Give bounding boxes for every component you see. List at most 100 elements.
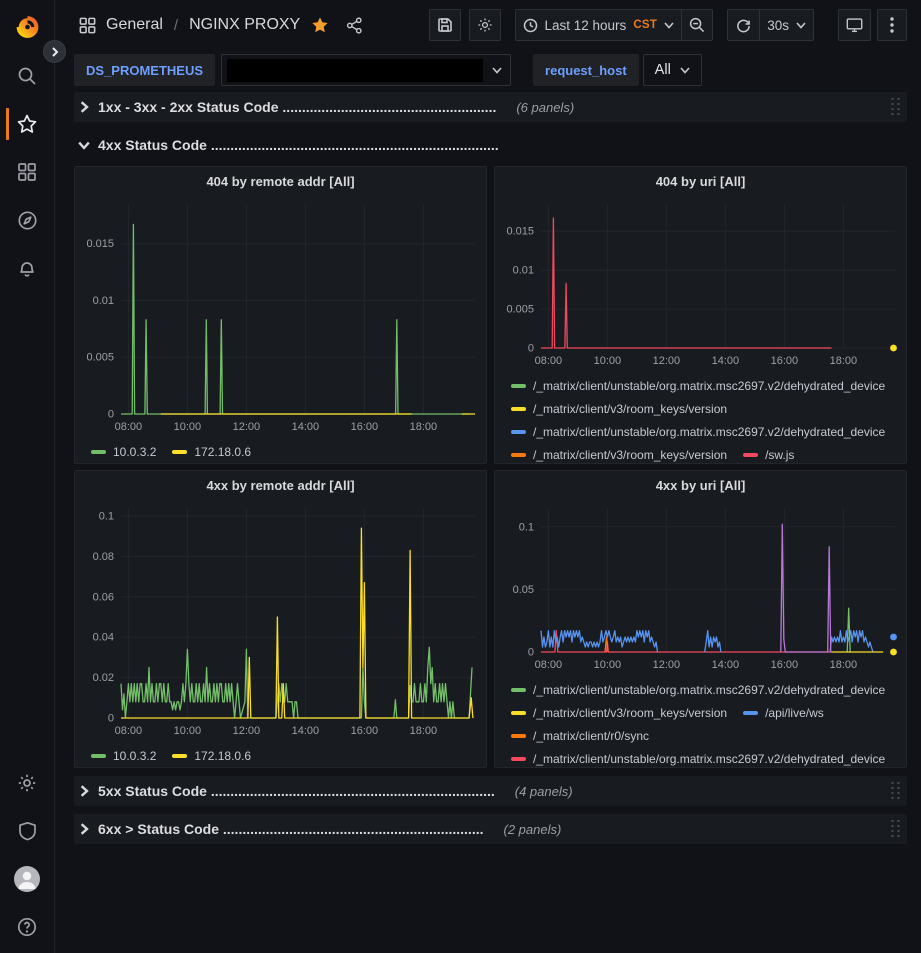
legend-swatch bbox=[91, 754, 106, 758]
sidebar-item-configuration[interactable] bbox=[0, 759, 55, 807]
legend-swatch bbox=[511, 453, 526, 457]
avatar bbox=[14, 866, 40, 892]
row-drag-handle-icon[interactable] bbox=[891, 98, 901, 117]
row-drag-handle-icon[interactable] bbox=[891, 820, 901, 839]
time-series-chart[interactable]: 00.050.108:0010:0012:0014:0016:0018:00 bbox=[501, 498, 903, 674]
legend-item[interactable]: /_matrix/client/unstable/org.matrix.msc2… bbox=[511, 747, 885, 767]
svg-text:18:00: 18:00 bbox=[410, 421, 438, 433]
row-title: 1xx - 3xx - 2xx Status Code ............… bbox=[98, 99, 496, 115]
refresh-icon bbox=[736, 18, 751, 33]
legend-label: /_matrix/client/r0/sync bbox=[533, 729, 649, 743]
row-drag-handle-icon[interactable] bbox=[891, 782, 901, 801]
legend-swatch bbox=[91, 450, 106, 454]
time-series-chart[interactable]: 00.0050.010.01508:0010:0012:0014:0016:00… bbox=[81, 194, 483, 436]
time-series-chart[interactable]: 00.0050.010.01508:0010:0012:0014:0016:00… bbox=[501, 194, 903, 370]
legend-swatch bbox=[511, 688, 526, 692]
sidebar-expand-button[interactable] bbox=[43, 40, 66, 63]
help-icon bbox=[17, 917, 37, 937]
time-series-chart[interactable]: 00.020.040.060.080.108:0010:0012:0014:00… bbox=[81, 498, 483, 740]
active-indicator bbox=[6, 108, 9, 140]
monitor-icon bbox=[846, 17, 863, 33]
row-4xx-status-code[interactable]: 4xx Status Code ........................… bbox=[74, 130, 907, 160]
legend-label: /_matrix/client/unstable/org.matrix.msc2… bbox=[533, 683, 885, 697]
legend-swatch bbox=[172, 754, 187, 758]
sidebar-item-alerting[interactable] bbox=[0, 244, 55, 292]
save-icon bbox=[437, 17, 453, 33]
clock-icon bbox=[523, 18, 538, 33]
more-options-button[interactable] bbox=[877, 9, 907, 41]
svg-text:0.05: 0.05 bbox=[513, 584, 534, 596]
panel-title[interactable]: 4xx by uri [All] bbox=[501, 471, 900, 498]
request-host-variable-select[interactable]: All bbox=[643, 54, 702, 86]
legend-item[interactable]: 172.18.0.6 bbox=[172, 744, 251, 767]
legend-item[interactable]: 172.18.0.6 bbox=[172, 440, 251, 463]
svg-text:14:00: 14:00 bbox=[712, 659, 740, 671]
legend-label: /_matrix/client/unstable/org.matrix.msc2… bbox=[533, 379, 885, 393]
svg-text:0.015: 0.015 bbox=[86, 238, 114, 250]
svg-text:0.005: 0.005 bbox=[86, 352, 114, 364]
panel-title[interactable]: 404 by remote addr [All] bbox=[81, 167, 480, 194]
svg-text:14:00: 14:00 bbox=[712, 355, 740, 367]
svg-text:0: 0 bbox=[528, 647, 534, 659]
chart-legend: 10.0.3.2 172.18.0.6 bbox=[81, 740, 480, 767]
favorite-star-icon[interactable] bbox=[311, 16, 329, 34]
row-5xx-status-code[interactable]: 5xx Status Code ........................… bbox=[74, 776, 907, 806]
panel-4xx-by-uri: 4xx by uri [All] 00.050.108:0010:0012:00… bbox=[494, 470, 907, 768]
kebab-icon bbox=[890, 17, 894, 33]
legend-item[interactable]: /_matrix/client/v3/room_keys/version bbox=[511, 397, 727, 420]
sidebar-item-profile[interactable] bbox=[0, 855, 55, 903]
sidebar-item-help[interactable] bbox=[0, 903, 55, 951]
legend-item[interactable]: /_matrix/client/unstable/org.matrix.msc2… bbox=[511, 420, 885, 443]
share-icon[interactable] bbox=[346, 17, 363, 34]
svg-text:18:00: 18:00 bbox=[830, 659, 858, 671]
legend-item[interactable]: /_matrix/client/unstable/org.matrix.msc2… bbox=[511, 374, 885, 397]
dashboard-title[interactable]: NGINX PROXY bbox=[189, 16, 300, 34]
refresh-button[interactable] bbox=[727, 9, 759, 41]
save-dashboard-button[interactable] bbox=[429, 9, 461, 41]
svg-text:0: 0 bbox=[108, 409, 114, 421]
shield-icon bbox=[18, 821, 37, 841]
zoom-out-icon bbox=[689, 17, 705, 33]
row-title: 4xx Status Code ........................… bbox=[98, 137, 499, 153]
legend-item[interactable]: /_matrix/client/unstable/org.matrix.msc2… bbox=[511, 678, 885, 701]
row-6xx-status-code[interactable]: 6xx > Status Code ......................… bbox=[74, 814, 907, 844]
panel-title[interactable]: 404 by uri [All] bbox=[501, 167, 900, 194]
legend-item[interactable]: /_matrix/client/v3/room_keys/version bbox=[511, 443, 727, 463]
legend-item[interactable]: /sw.js bbox=[743, 443, 794, 463]
legend-label: /sw.js bbox=[765, 448, 794, 462]
breadcrumb-section[interactable]: General bbox=[106, 16, 163, 34]
svg-text:10:00: 10:00 bbox=[174, 725, 202, 737]
sidebar-item-server-admin[interactable] bbox=[0, 807, 55, 855]
panel-404-by-uri: 404 by uri [All] 00.0050.010.01508:0010:… bbox=[494, 166, 907, 464]
sidebar-item-explore[interactable] bbox=[0, 196, 55, 244]
request-host-value: All bbox=[655, 62, 671, 78]
sidebar-item-starred[interactable] bbox=[0, 100, 55, 148]
compass-icon bbox=[17, 210, 38, 231]
svg-text:18:00: 18:00 bbox=[830, 355, 858, 367]
legend-item[interactable]: /api/live/ws bbox=[743, 701, 824, 724]
legend-item[interactable]: /_matrix/client/r0/sync bbox=[511, 724, 649, 747]
legend-item[interactable]: 10.0.3.2 bbox=[91, 440, 156, 463]
zoom-out-button[interactable] bbox=[681, 9, 713, 41]
datasource-variable-label[interactable]: DS_PROMETHEUS bbox=[74, 54, 215, 86]
settings-gear-icon bbox=[477, 17, 493, 33]
dashboard-settings-button[interactable] bbox=[469, 9, 501, 41]
time-range-picker[interactable]: Last 12 hours CST bbox=[515, 9, 682, 41]
datasource-variable-select[interactable] bbox=[221, 54, 511, 86]
caret-down-icon bbox=[664, 22, 674, 29]
refresh-interval-picker[interactable]: 30s bbox=[759, 9, 814, 41]
request-host-variable-label[interactable]: request_host bbox=[533, 54, 639, 86]
svg-text:14:00: 14:00 bbox=[292, 421, 320, 433]
legend-item[interactable]: 10.0.3.2 bbox=[91, 744, 156, 767]
legend-swatch bbox=[511, 430, 526, 434]
legend-label: /_matrix/client/v3/room_keys/version bbox=[533, 402, 727, 416]
caret-down-icon bbox=[796, 22, 806, 29]
row-1xx-3xx-2xx-status-code[interactable]: 1xx - 3xx - 2xx Status Code ............… bbox=[74, 92, 907, 122]
sidebar-item-dashboards[interactable] bbox=[0, 148, 55, 196]
legend-item[interactable]: /_matrix/client/v3/room_keys/version bbox=[511, 701, 727, 724]
panel-404-by-remote-addr: 404 by remote addr [All] 00.0050.010.015… bbox=[74, 166, 487, 464]
timezone-label: CST bbox=[633, 19, 657, 31]
panel-title[interactable]: 4xx by remote addr [All] bbox=[81, 471, 480, 498]
chevron-right-icon bbox=[78, 823, 90, 835]
cycle-view-mode-button[interactable] bbox=[838, 9, 871, 41]
